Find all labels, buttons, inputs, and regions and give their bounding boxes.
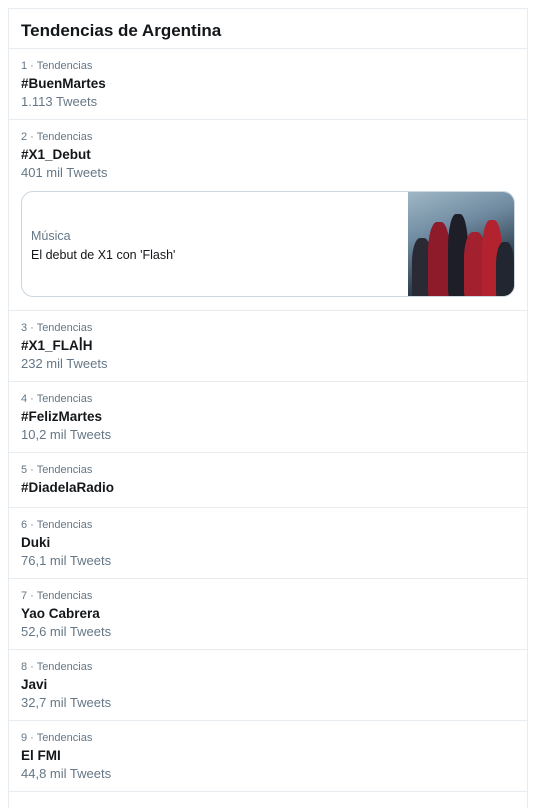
trend-name: Duki: [21, 535, 51, 550]
trend-item-1[interactable]: 1 · Tendencias #BuenMartes 1.113 Tweets: [9, 49, 527, 120]
trend-item-9[interactable]: 9 · Tendencias El FMI 44,8 mil Tweets: [9, 721, 527, 792]
trend-item-2[interactable]: 2 · Tendencias #X1_Debut 401 mil Tweets …: [9, 120, 527, 311]
trend-item-5[interactable]: 5 · Tendencias #DiadelaRadio: [9, 453, 527, 508]
card-category: Música: [31, 229, 71, 243]
trend-count: 401 mil Tweets: [21, 165, 108, 180]
trend-meta: 4 · Tendencias: [21, 393, 93, 405]
trends-title: Tendencias de Argentina: [21, 21, 222, 40]
card-title: El debut de X1 con 'Flash': [31, 248, 176, 262]
trend-meta: 5 · Tendencias: [21, 464, 93, 476]
trend-meta: 1 · Tendencias: [21, 60, 93, 72]
trend-name: #FelizMartes: [21, 409, 103, 424]
figure-shape: [496, 242, 514, 296]
card-thumbnail: [408, 192, 514, 296]
trend-count: 52,6 mil Tweets: [21, 624, 112, 639]
trend-meta: 8 · Tendencias: [21, 661, 93, 673]
trend-count: 44,8 mil Tweets: [21, 766, 112, 781]
trend-news-card[interactable]: Música El debut de X1 con 'Flash': [21, 191, 515, 297]
trend-name: Javi: [21, 677, 48, 692]
trend-item-4[interactable]: 4 · Tendencias #FelizMartes 10,2 mil Twe…: [9, 382, 527, 453]
trend-meta: 2 · Tendencias: [21, 131, 93, 143]
trend-count: 1.113 Tweets: [21, 94, 98, 109]
trend-count: 232 mil Tweets: [21, 356, 108, 371]
trend-item-7[interactable]: 7 · Tendencias Yao Cabrera 52,6 mil Twee…: [9, 579, 527, 650]
trend-name: Yao Cabrera: [21, 606, 100, 621]
trend-name: #X1_Debut: [21, 147, 91, 162]
trend-count: 76,1 mil Tweets: [21, 553, 112, 568]
trend-name: #X1_FLAꟾH: [21, 338, 93, 353]
trend-name: #DiadelaRadio: [21, 480, 115, 495]
trend-meta: 6 · Tendencias: [21, 519, 93, 531]
figure-shape: [428, 222, 450, 296]
trend-item-3[interactable]: 3 · Tendencias #X1_FLAꟾH 232 mil Tweets: [9, 311, 527, 382]
trend-count: 10,2 mil Tweets: [21, 427, 112, 442]
trend-count: 32,7 mil Tweets: [21, 695, 112, 710]
trend-item-6[interactable]: 6 · Tendencias Duki 76,1 mil Tweets: [9, 508, 527, 579]
trend-meta: 9 · Tendencias: [21, 732, 93, 744]
trend-meta: 7 · Tendencias: [21, 590, 93, 602]
trend-meta: 3 · Tendencias: [21, 322, 93, 334]
trend-item-8[interactable]: 8 · Tendencias Javi 32,7 mil Tweets: [9, 650, 527, 721]
trends-panel: Tendencias de Argentina 1 · Tendencias #…: [8, 8, 528, 808]
trends-header: Tendencias de Argentina: [9, 9, 527, 49]
trend-name: #BuenMartes: [21, 76, 106, 91]
card-text: Música El debut de X1 con 'Flash': [22, 192, 408, 296]
trend-name: El FMI: [21, 748, 61, 763]
